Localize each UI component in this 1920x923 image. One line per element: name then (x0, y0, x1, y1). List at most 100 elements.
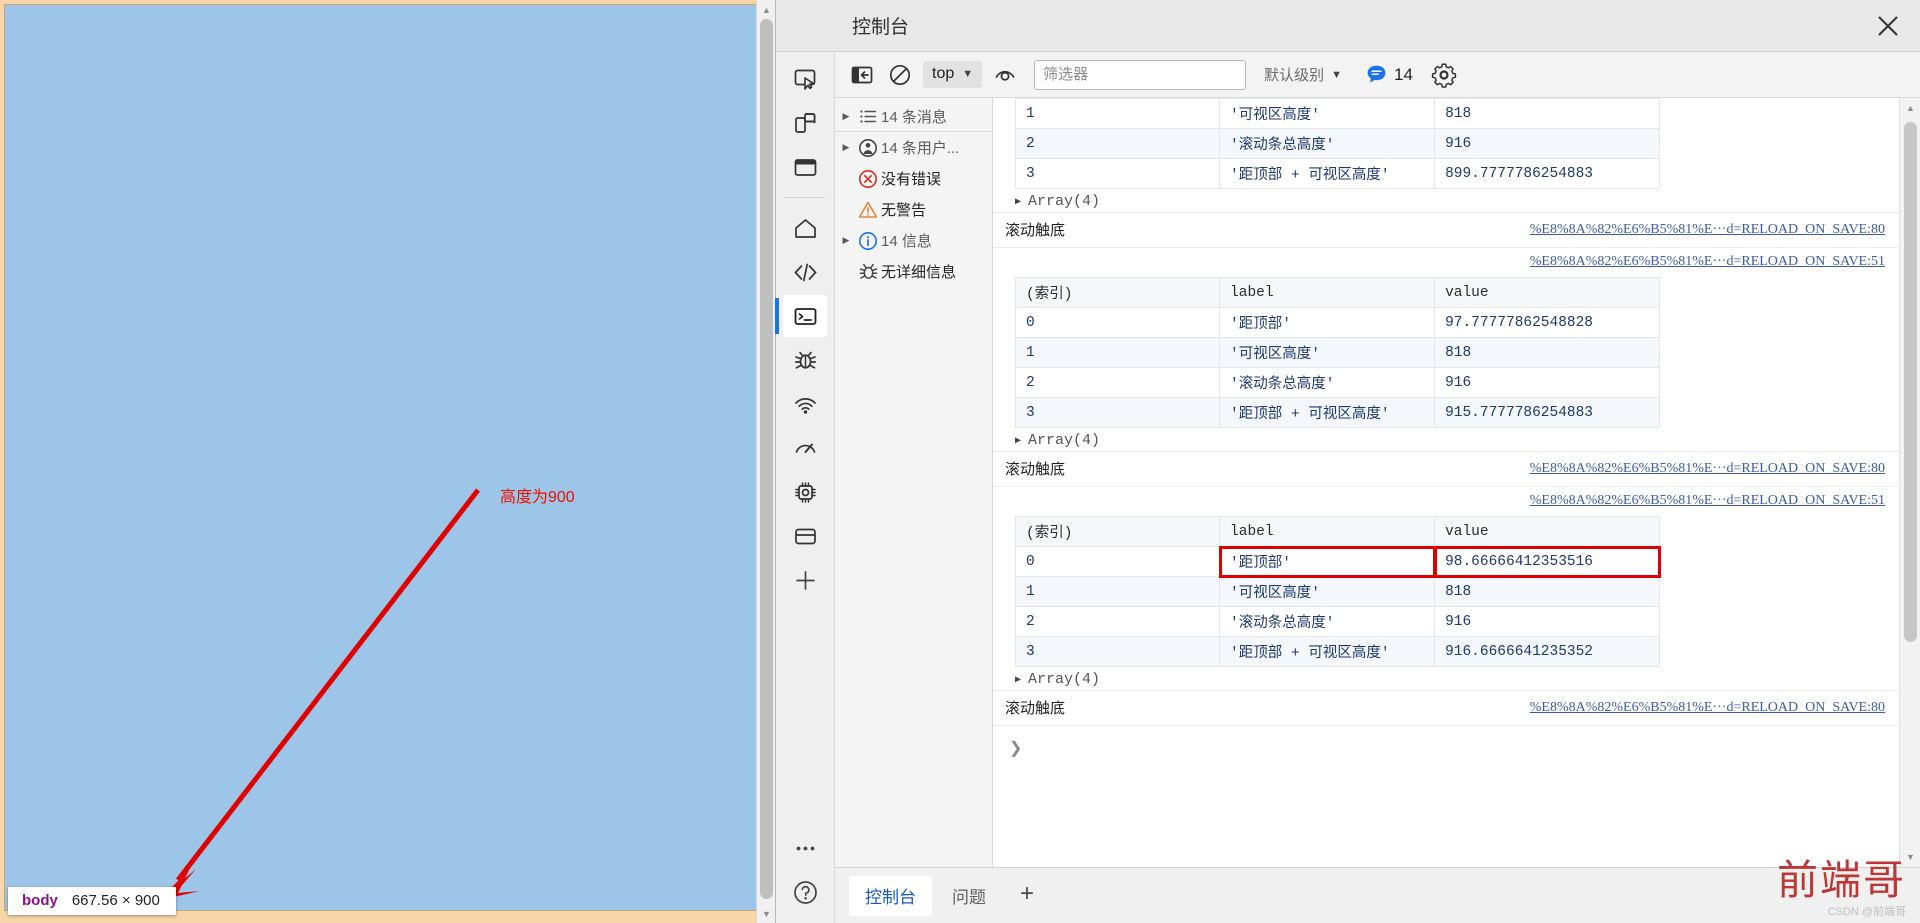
cell-value: 818 (1434, 337, 1660, 368)
elements-panel-icon[interactable] (783, 146, 827, 188)
sidebar-item-label: 14 信息 (881, 233, 932, 250)
page-scrollbar-thumb[interactable] (760, 19, 773, 899)
tab-issues[interactable]: 问题 (936, 876, 1002, 916)
cell-label: '距顶部 + 可视区高度' (1219, 636, 1436, 667)
chevron-right-icon[interactable]: ▶ (837, 111, 855, 122)
table-row: 3 '距顶部 + 可视区高度' 915.7777786254883 (1014, 397, 1660, 428)
log-message-text: 滚动触底 (1005, 461, 1066, 478)
application-icon[interactable] (783, 515, 827, 557)
console-table-3: (索引) label value 0 '距顶部' 98.666664123535… (1014, 516, 1661, 667)
execution-context-value: top (932, 65, 955, 82)
scroll-up-arrow-icon[interactable]: ▲ (757, 0, 776, 19)
array-expand-row[interactable]: ▶ Array(4) (1015, 671, 1899, 688)
cell-label: '可视区高度' (1219, 576, 1436, 607)
console-icon[interactable] (775, 295, 827, 337)
sidebar-item-messages[interactable]: ▶ 14 条消息 (835, 101, 992, 132)
memory-chip-icon[interactable] (783, 471, 827, 513)
sidebar-item-label: 无警告 (881, 202, 927, 219)
live-expression-eye-icon[interactable] (988, 59, 1022, 91)
cell-index: 2 (1014, 367, 1221, 398)
bug-icon[interactable] (783, 339, 827, 381)
log-source-link[interactable]: %E8%8A%82%E6%B5%81%E···d=RELOAD_ON_SAVE:… (1530, 254, 1885, 270)
scroll-down-arrow-icon[interactable]: ▼ (1900, 847, 1920, 867)
console-sidebar-toggle-icon[interactable] (845, 59, 879, 91)
console-prompt[interactable]: ❯ (993, 725, 1899, 761)
log-source-link[interactable]: %E8%8A%82%E6%B5%81%E···d=RELOAD_ON_SAVE:… (1530, 222, 1885, 238)
chevron-right-icon[interactable]: ▶ (1015, 196, 1021, 208)
cell-index: 3 (1014, 636, 1221, 667)
sidebar-item-no-warnings[interactable]: 无警告 (835, 194, 992, 225)
tab-console[interactable]: 控制台 (849, 875, 932, 916)
chevron-right-icon[interactable]: ▶ (837, 235, 855, 246)
header-label: label (1219, 516, 1436, 547)
console-table-2: (索引) label value 0 '距顶部' 97.777778625488… (1014, 277, 1660, 428)
chevron-right-icon[interactable]: ▶ (837, 142, 855, 153)
sidebar-item-no-errors[interactable]: 没有错误 (835, 163, 992, 194)
help-circle-icon[interactable] (783, 871, 827, 913)
page-vertical-scrollbar[interactable]: ▲ ▼ (756, 0, 775, 923)
console-scrollbar-thumb[interactable] (1904, 122, 1917, 642)
log-source-link[interactable]: %E8%8A%82%E6%B5%81%E···d=RELOAD_ON_SAVE:… (1530, 461, 1885, 477)
array-expand-row[interactable]: ▶ Array(4) (1015, 193, 1899, 210)
cell-label: '可视区高度' (1219, 337, 1436, 368)
chevron-right-icon[interactable]: ▶ (1015, 435, 1021, 447)
cell-value: 916 (1434, 606, 1660, 637)
network-icon[interactable] (783, 383, 827, 425)
message-count-value: 14 (1394, 64, 1413, 84)
page-body-element (4, 4, 770, 911)
inspect-tag-name: body (22, 892, 58, 909)
more-options-icon[interactable] (783, 827, 827, 869)
add-panel-icon[interactable] (783, 559, 827, 601)
log-entry: %E8%8A%82%E6%B5%81%E···d=RELOAD_ON_SAVE:… (993, 247, 1899, 277)
info-circle-icon (855, 231, 881, 251)
console-table-partial: 1 '可视区高度' 818 2 '滚动条总高度' 916 3 '距顶部 + 可视… (1014, 98, 1660, 189)
header-index: (索引) (1014, 516, 1221, 547)
log-level-dropdown[interactable]: 默认级别 ▼ (1256, 64, 1350, 85)
cell-value-highlighted: 98.66666412353516 (1433, 545, 1661, 578)
performance-icon[interactable] (783, 427, 827, 469)
clear-console-icon[interactable] (883, 59, 917, 91)
array-expand-label: Array(4) (1028, 432, 1101, 449)
chevron-right-icon[interactable]: ▶ (1015, 674, 1021, 686)
log-source-link[interactable]: %E8%8A%82%E6%B5%81%E···d=RELOAD_ON_SAVE:… (1530, 700, 1885, 716)
console-filter-input[interactable] (1034, 59, 1247, 90)
table-row: 1 '可视区高度' 818 (1014, 98, 1660, 129)
home-icon[interactable] (783, 207, 827, 249)
table-row: 0 '距顶部' 98.66666412353516 (1014, 545, 1661, 578)
rail-bottom-group (783, 827, 827, 923)
cell-index: 0 (1014, 307, 1221, 338)
scroll-down-arrow-icon[interactable]: ▼ (757, 904, 776, 923)
warning-triangle-icon (855, 200, 881, 220)
error-circle-icon (855, 169, 881, 189)
add-tab-icon[interactable]: + (1012, 882, 1042, 909)
speech-bubble-icon (1367, 65, 1386, 83)
cell-value: 916.6666641235352 (1434, 636, 1660, 667)
console-log-scrollbar[interactable]: ▲ ▼ (1899, 98, 1920, 867)
log-source-link[interactable]: %E8%8A%82%E6%B5%81%E···d=RELOAD_ON_SAVE:… (1530, 493, 1885, 509)
prompt-chevron-icon: ❯ (1009, 739, 1023, 757)
cell-value: 916 (1434, 367, 1660, 398)
table-row: 1 '可视区高度' 818 (1014, 576, 1660, 607)
execution-context-dropdown[interactable]: top ▼ (923, 61, 983, 88)
inspect-element-icon[interactable] (783, 58, 827, 100)
gear-icon[interactable] (1431, 62, 1457, 88)
cell-label: '滚动条总高度' (1219, 606, 1436, 637)
sources-code-icon[interactable] (783, 251, 827, 293)
device-toolbar-icon[interactable] (783, 102, 827, 144)
sidebar-item-user-messages[interactable]: ▶ 14 条用户... (835, 132, 992, 163)
cell-value: 818 (1434, 98, 1660, 129)
cell-label-highlighted: '距顶部' (1218, 545, 1436, 578)
browser-page-area: 高度为900 body 667.56 × 900 ▲ ▼ (0, 0, 775, 923)
scroll-up-arrow-icon[interactable]: ▲ (1900, 98, 1920, 118)
sidebar-item-info[interactable]: ▶ 14 信息 (835, 225, 992, 256)
message-count-badge[interactable]: 14 (1366, 64, 1413, 85)
list-icon (855, 107, 881, 126)
log-level-label: 默认级别 (1264, 67, 1325, 84)
console-panel: top ▼ 默认级别 ▼ (835, 52, 1920, 923)
close-icon[interactable] (1866, 4, 1910, 48)
sidebar-item-label: 无详细信息 (881, 264, 957, 281)
array-expand-row[interactable]: ▶ Array(4) (1015, 432, 1899, 449)
sidebar-item-no-verbose[interactable]: 无详细信息 (835, 256, 992, 287)
cell-value: 899.7777786254883 (1434, 158, 1660, 189)
cell-index: 3 (1014, 397, 1221, 428)
